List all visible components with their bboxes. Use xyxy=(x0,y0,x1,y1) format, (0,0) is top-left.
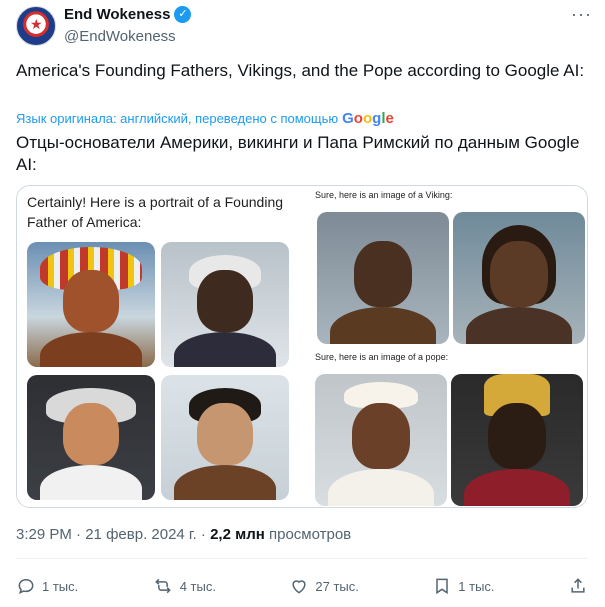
google-logo-letter: g xyxy=(372,110,382,127)
google-logo-letter: o xyxy=(362,110,373,127)
face-shape xyxy=(62,402,120,465)
face-shape xyxy=(487,403,547,470)
portrait-image[interactable] xyxy=(315,374,447,506)
face-shape xyxy=(196,269,254,332)
tweet-meta: 3:29 PM · 21 февр. 2024 г. · 2,2 млн про… xyxy=(16,526,351,543)
cravat-shape xyxy=(39,465,143,500)
display-name[interactable]: End Wokeness xyxy=(64,6,170,23)
vestment-shape xyxy=(464,469,570,506)
translated-text: Отцы-основатели Америки, викинги и Папа … xyxy=(16,133,580,174)
face-shape xyxy=(351,403,411,470)
google-logo: Google xyxy=(342,110,394,127)
pope-caption: Sure, here is an image of a pope: xyxy=(315,352,449,362)
meta-separator: · xyxy=(200,526,206,543)
divider xyxy=(16,558,588,559)
tweet-text: America's Founding Fathers, Vikings, and… xyxy=(16,61,585,80)
reply-button[interactable]: 1 тыс. xyxy=(16,576,78,596)
armor-shape xyxy=(466,307,572,344)
bookmark-count: 1 тыс. xyxy=(458,578,495,594)
heart-icon xyxy=(289,576,309,596)
coat-shape xyxy=(173,465,277,500)
reply-icon xyxy=(16,576,36,596)
face-shape xyxy=(196,402,254,465)
tweet-header: ★ End Wokeness ✓ @EndWokeness ··· xyxy=(16,4,596,48)
meta-separator: · xyxy=(76,526,82,543)
share-button[interactable] xyxy=(568,576,588,596)
reply-count: 1 тыс. xyxy=(42,578,79,594)
share-icon xyxy=(568,576,588,596)
bookmark-icon xyxy=(432,576,452,596)
coat-shape xyxy=(173,332,277,367)
portrait-image[interactable] xyxy=(451,374,583,506)
more-options-icon[interactable]: ··· xyxy=(571,4,592,25)
avatar-star-icon: ★ xyxy=(30,16,43,32)
avatar-icon[interactable]: ★ xyxy=(16,6,56,46)
user-handle[interactable]: @EndWokeness xyxy=(64,28,176,45)
tweet-time[interactable]: 3:29 PM xyxy=(16,526,72,543)
bookmark-button[interactable]: 1 тыс. xyxy=(432,576,495,596)
translation-label[interactable]: Язык оригинала: английский, переведено с… xyxy=(16,111,338,126)
retweet-count: 4 тыс. xyxy=(179,578,216,594)
fur-shape xyxy=(330,307,436,344)
retweet-button[interactable]: 4 тыс. xyxy=(152,576,216,596)
body-shape xyxy=(39,332,143,367)
tweet-date[interactable]: 21 февр. 2024 г. xyxy=(85,526,197,543)
views-count: 2,2 млн xyxy=(210,526,265,543)
name-row: End Wokeness ✓ xyxy=(64,6,192,23)
founding-fathers-caption: Certainly! Here is a portrait of a Found… xyxy=(27,194,284,230)
portrait-image[interactable] xyxy=(317,212,449,344)
viking-pope-panel[interactable]: Sure, here is an image of a Viking: Sure… xyxy=(309,186,587,507)
retweet-icon xyxy=(152,576,174,596)
translation-notice: Язык оригинала: английский, переведено с… xyxy=(16,110,394,127)
google-logo-letter: G xyxy=(342,110,354,127)
like-button[interactable]: 27 тыс. xyxy=(289,576,359,596)
face-shape xyxy=(62,269,120,332)
like-count: 27 тыс. xyxy=(315,578,359,594)
portrait-image[interactable] xyxy=(161,242,289,367)
portrait-image[interactable] xyxy=(453,212,585,344)
verified-badge-icon[interactable]: ✓ xyxy=(174,6,192,23)
face-shape xyxy=(489,241,549,308)
face-shape xyxy=(353,241,413,308)
viking-caption: Sure, here is an image of a Viking: xyxy=(315,190,453,200)
views-label: просмотров xyxy=(268,526,352,543)
google-logo-letter: o xyxy=(353,110,363,127)
action-bar: 1 тыс. 4 тыс. 27 тыс. 1 тыс. xyxy=(16,572,588,600)
founding-fathers-panel[interactable]: Certainly! Here is a portrait of a Found… xyxy=(17,186,307,507)
google-logo-letter: e xyxy=(385,110,394,127)
portrait-image[interactable] xyxy=(27,242,155,367)
portrait-image[interactable] xyxy=(161,375,289,500)
vestment-shape xyxy=(328,469,434,506)
media-card[interactable]: Certainly! Here is a portrait of a Found… xyxy=(16,185,588,508)
portrait-image[interactable] xyxy=(27,375,155,500)
